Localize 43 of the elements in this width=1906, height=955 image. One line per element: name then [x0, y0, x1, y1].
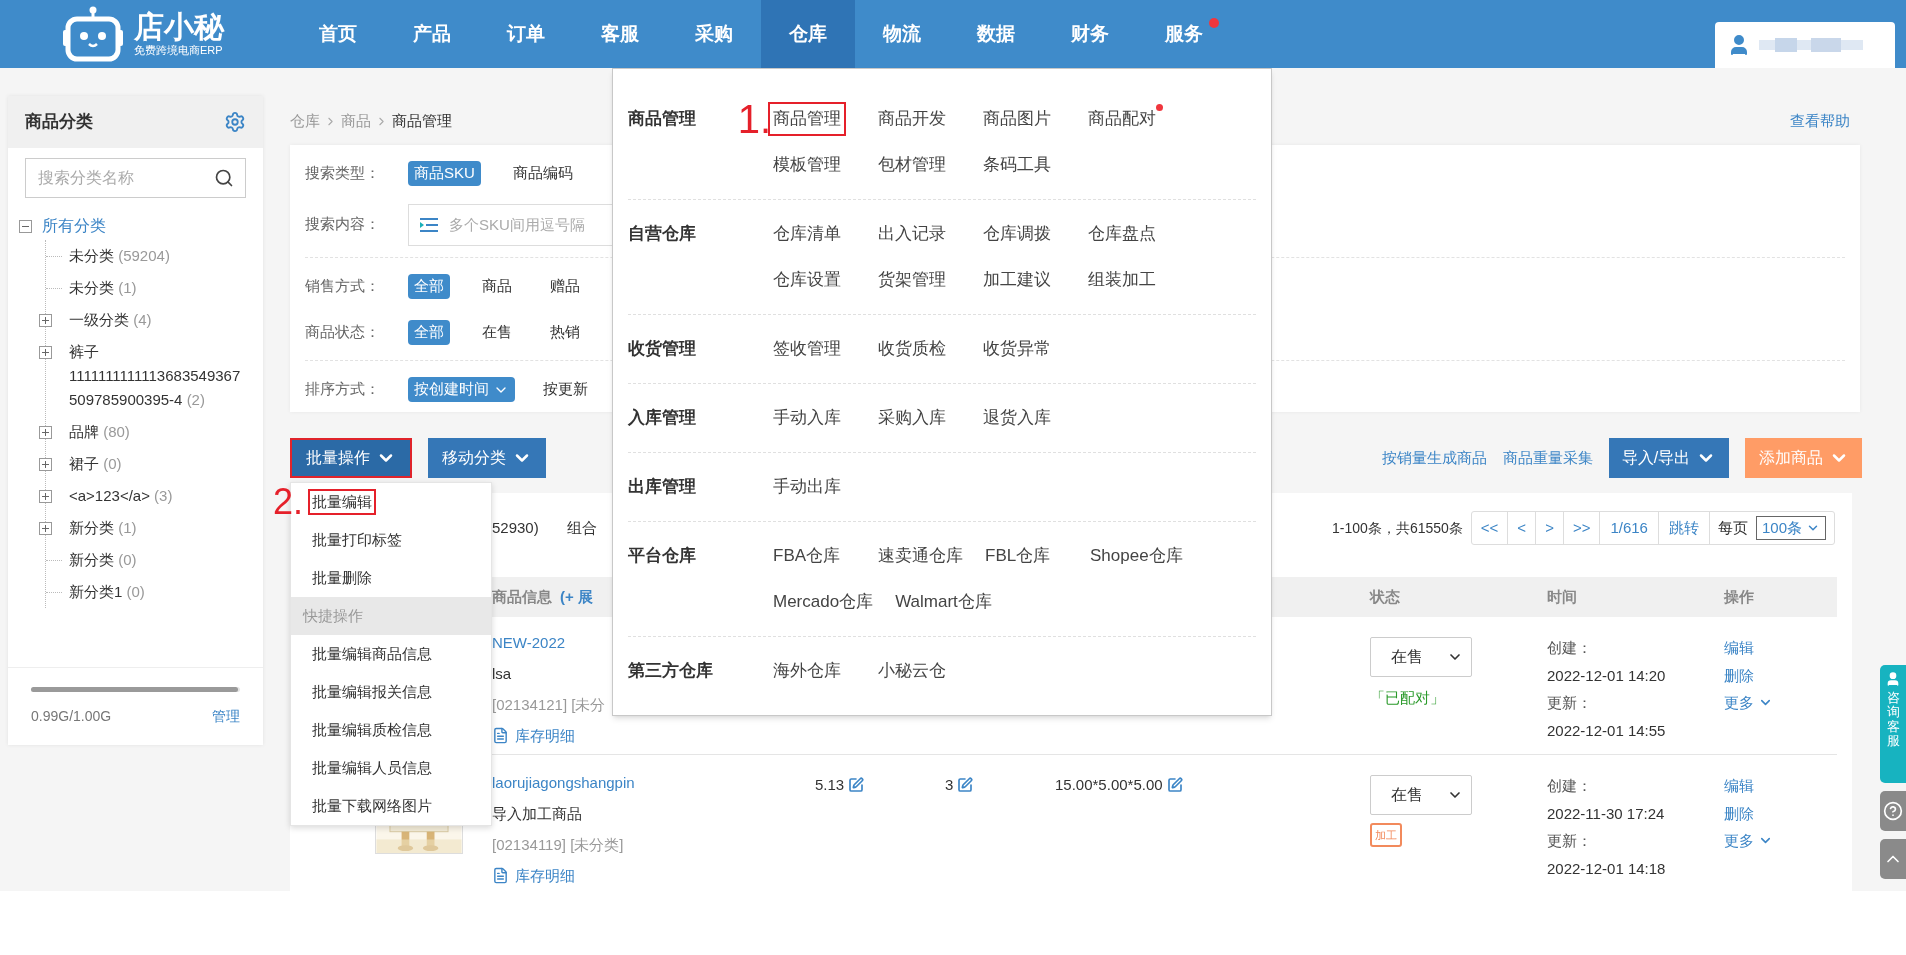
menu-section-title: 收货管理: [628, 338, 696, 361]
time-value: 2022-12-01 14:55: [1547, 720, 1667, 741]
step-annotation: 2.: [272, 484, 303, 520]
menu-section-title: 平台仓库: [628, 545, 696, 568]
cell-value: 3: [945, 775, 954, 795]
product-name: lsa: [492, 664, 512, 684]
time-value: 2022-12-01 14:18: [1547, 858, 1667, 879]
processing-badge: 加工: [1370, 823, 1402, 847]
time-value: 2022-12-01 14:20: [1547, 665, 1667, 686]
time-label: 创建：: [1547, 638, 1593, 658]
per-page-label: 每页: [1716, 517, 1749, 538]
menu-section-title: 商品管理: [628, 108, 696, 131]
column-header: 状态: [1370, 587, 1400, 605]
cell-value: 5.13: [815, 775, 845, 795]
paired-tag: 「已配对」: [1370, 687, 1445, 710]
product-code: [02134119] [未分类]: [492, 835, 624, 855]
filter-label: 搜索类型：: [305, 163, 381, 184]
menu-section-title: 第三方仓库: [628, 660, 713, 683]
filter-label: 搜索内容：: [305, 214, 381, 235]
menu-section-title: 自营仓库: [628, 223, 696, 246]
panel-title: 商品分类: [25, 111, 93, 134]
pagination-summary: 1-100条，共61550条: [1332, 518, 1463, 538]
filter-label: 销售方式：: [305, 276, 381, 297]
product-code: [02134121] [未分: [492, 695, 606, 715]
storage-reading: 0.99G/1.00G: [31, 707, 112, 726]
time-label: 更新：: [1547, 693, 1593, 713]
cell-value: 15.00*5.00*5.00: [1055, 775, 1163, 795]
page-indicator: 1/616: [1600, 512, 1659, 544]
logo-tagline: 免费跨境电商ERP: [134, 45, 224, 56]
column-header: 操作: [1724, 587, 1754, 605]
time-label: 更新：: [1547, 831, 1593, 851]
filter-label: 商品状态：: [305, 322, 381, 343]
menu-section-title: 入库管理: [628, 407, 696, 430]
menu-group-header: 快捷操作: [291, 597, 491, 635]
time-label: 创建：: [1547, 776, 1593, 796]
column-header: 时间: [1547, 587, 1577, 605]
time-value: 2022-11-30 17:24: [1547, 803, 1666, 824]
menu-section-title: 出库管理: [628, 476, 696, 499]
product-name: 导入加工商品: [492, 804, 582, 824]
filter-label: 排序方式：: [305, 379, 381, 400]
step-annotation: 1.: [737, 99, 771, 139]
column-header: 商品信息: [492, 586, 552, 607]
logo-name: 店小秘: [134, 12, 224, 42]
